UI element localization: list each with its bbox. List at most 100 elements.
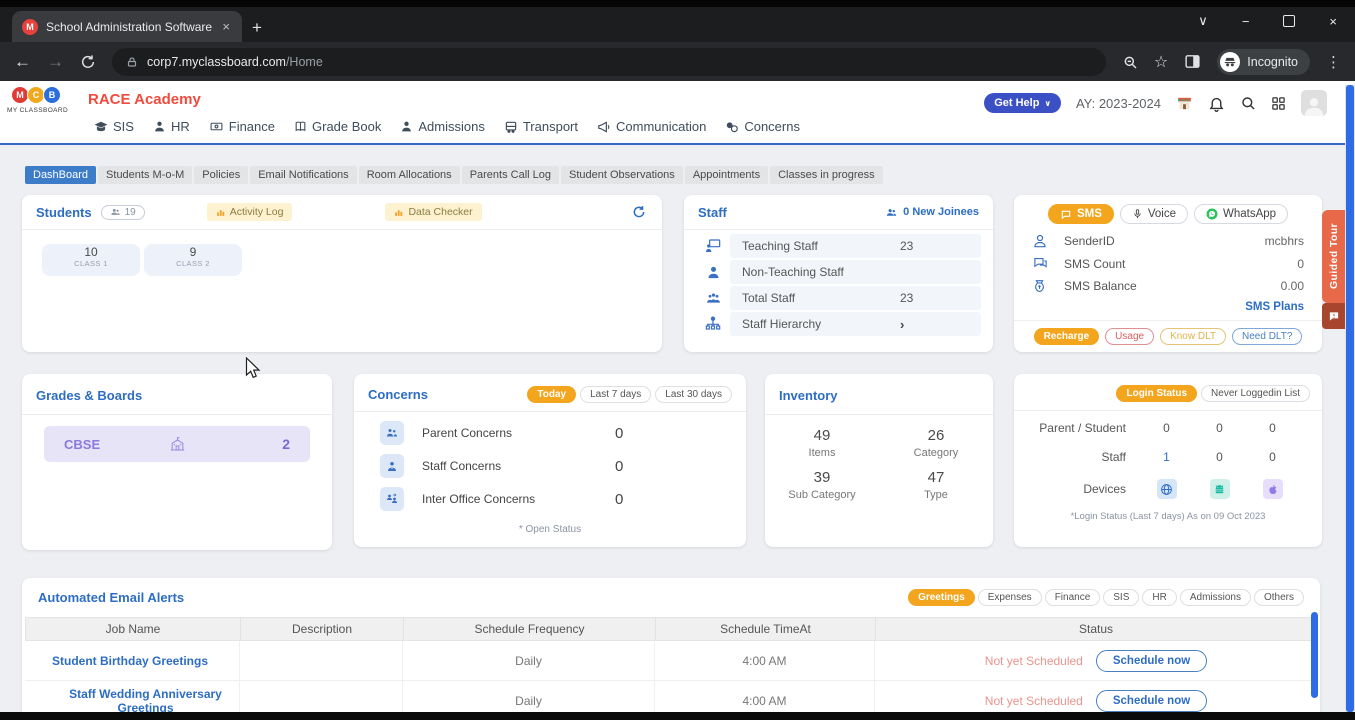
concerns-title: Concerns: [368, 387, 428, 402]
ea-filter-hr[interactable]: HR: [1142, 589, 1177, 606]
window-minimize-button[interactable]: −: [1242, 14, 1250, 29]
guided-tour-tab[interactable]: Guided Tour: [1322, 210, 1346, 303]
concern-row-parent: Parent Concerns 0: [380, 421, 720, 445]
page-scrollbar-track[interactable]: [1345, 85, 1355, 712]
search-icon[interactable]: [1240, 95, 1256, 111]
nav-item-transport[interactable]: Transport: [504, 119, 578, 134]
window-close-button[interactable]: ×: [1329, 14, 1337, 29]
feedback-chat-tab[interactable]: [1322, 303, 1346, 329]
ea-filter-sis[interactable]: SIS: [1103, 589, 1140, 606]
avatar[interactable]: [1301, 90, 1327, 116]
store-icon[interactable]: [1176, 95, 1193, 112]
voice-tab[interactable]: Voice: [1119, 204, 1188, 224]
get-help-button[interactable]: Get Help ∨: [984, 93, 1061, 113]
tab-dashboard[interactable]: DashBoard: [25, 166, 97, 184]
bookmark-star-icon[interactable]: ☆: [1154, 52, 1168, 72]
apple-icon: [1262, 479, 1283, 499]
hierarchy-icon: [696, 316, 730, 332]
staff-row-hierarchy[interactable]: Staff Hierarchy ›: [696, 312, 981, 336]
ea-filter-admissions[interactable]: Admissions: [1179, 589, 1251, 606]
dashboard-subnav: DashBoard Students M-o-M Policies Email …: [25, 166, 883, 184]
forward-button[interactable]: →: [47, 53, 64, 70]
incognito-label: Incognito: [1247, 54, 1298, 69]
nav-item-communication[interactable]: Communication: [597, 119, 706, 134]
filter-today[interactable]: Today: [527, 386, 577, 403]
web-globe-icon: [1156, 479, 1177, 499]
staff-card: Staff 0 New Joinees Teaching Staff 23 Non…: [684, 195, 993, 352]
tab-parents-call-log[interactable]: Parents Call Log: [461, 166, 560, 184]
zoom-search-icon[interactable]: [1122, 54, 1138, 70]
side-panel-icon[interactable]: [1184, 53, 1201, 70]
schedule-now-button[interactable]: Schedule now: [1095, 649, 1208, 672]
table-row: Student Birthday Greetings Daily 4:00 AM…: [25, 641, 1317, 681]
sms-tab[interactable]: SMS: [1047, 204, 1114, 224]
whatsapp-tab[interactable]: WhatsApp: [1194, 204, 1289, 224]
window-restore-button[interactable]: [1283, 15, 1296, 27]
ea-filter-others[interactable]: Others: [1253, 589, 1304, 606]
url-host: corp7.myclassboard.com: [147, 54, 286, 69]
nav-item-grade-book[interactable]: Grade Book: [294, 119, 381, 134]
ea-filter-greetings[interactable]: Greetings: [908, 589, 975, 606]
tab-classes-in-progress[interactable]: Classes in progress: [770, 166, 883, 184]
new-tab-button[interactable]: +: [252, 19, 262, 36]
chat-bubble-icon: [1329, 311, 1339, 321]
apps-grid-icon[interactable]: [1271, 96, 1286, 111]
window-menu-chevron-icon[interactable]: ∨: [1198, 13, 1208, 29]
class-tile[interactable]: 9 CLASS 2: [144, 244, 242, 276]
need-dlt-button[interactable]: Need DLT?: [1232, 328, 1303, 345]
schedule-now-button[interactable]: Schedule now: [1095, 689, 1208, 712]
reload-button[interactable]: [80, 54, 96, 70]
browser-tab[interactable]: M School Administration Software ×: [12, 11, 242, 42]
new-joinees-link[interactable]: 0 New Joinees: [885, 206, 979, 218]
table-scrollbar[interactable]: [1311, 612, 1318, 698]
address-bar[interactable]: corp7.myclassboard.com/Home: [112, 47, 1106, 76]
notifications-bell-icon[interactable]: [1208, 95, 1225, 112]
filter-last-7-days[interactable]: Last 7 days: [580, 386, 652, 403]
myclassboard-logo[interactable]: M C B MY CLASSBOARD: [7, 86, 68, 114]
recharge-button[interactable]: Recharge: [1033, 328, 1100, 345]
tab-email-notifications[interactable]: Email Notifications: [250, 166, 357, 184]
nav-item-admissions[interactable]: Admissions: [400, 119, 485, 134]
data-checker-badge[interactable]: Data Checker: [385, 203, 482, 221]
login-footnote: *Login Status (Last 7 days) As on 09 Oct…: [1070, 511, 1266, 522]
megaphone-icon: [598, 120, 610, 133]
person-outline-icon: [1032, 233, 1064, 249]
ea-filter-finance[interactable]: Finance: [1044, 589, 1101, 606]
login-status-tab[interactable]: Login Status: [1116, 385, 1198, 402]
concerns-card: Concerns Today Last 7 days Last 30 days …: [354, 374, 746, 547]
concern-row-inter-office: Inter Office Concerns 0: [380, 487, 720, 511]
nav-item-concerns[interactable]: Concerns: [725, 119, 800, 134]
main-nav: SIS HR Finance Grade Book Admissions Tra…: [94, 119, 800, 134]
back-button[interactable]: ←: [14, 53, 31, 70]
inventory-card: Inventory 49 Items 26 Category 39 Sub Ca…: [765, 374, 993, 547]
staff-row-non-teaching: Non-Teaching Staff: [696, 260, 981, 284]
never-loggedin-tab[interactable]: Never Loggedin List: [1201, 385, 1310, 402]
person-icon: [155, 121, 164, 132]
status-badge: Not yet Scheduled: [984, 653, 1083, 668]
board-row-cbse[interactable]: CBSE 2: [44, 426, 310, 462]
activity-log-badge[interactable]: Activity Log: [206, 203, 293, 221]
tab-close-icon[interactable]: ×: [220, 19, 232, 34]
staff-row-total: Total Staff 23: [696, 286, 981, 310]
class-tile[interactable]: 10 CLASS 1: [42, 244, 140, 276]
tab-student-observations[interactable]: Student Observations: [561, 166, 683, 184]
login-status-card: Login Status Never Loggedin List Parent …: [1014, 374, 1322, 547]
job-link[interactable]: Student Birthday Greetings: [25, 641, 240, 680]
ea-filter-expenses[interactable]: Expenses: [977, 589, 1042, 606]
tab-policies[interactable]: Policies: [194, 166, 249, 184]
logo-letter-b: B: [43, 86, 61, 104]
tab-room-allocations[interactable]: Room Allocations: [358, 166, 460, 184]
usage-button[interactable]: Usage: [1105, 328, 1155, 345]
tab-students-mom[interactable]: Students M-o-M: [98, 166, 193, 184]
nav-item-finance[interactable]: Finance: [209, 119, 275, 134]
browser-menu-icon[interactable]: ⋮: [1326, 53, 1341, 71]
filter-last-30-days[interactable]: Last 30 days: [655, 386, 732, 403]
nav-item-hr[interactable]: HR: [153, 119, 190, 134]
refresh-icon[interactable]: [632, 205, 646, 219]
nav-item-sis[interactable]: SIS: [94, 119, 134, 134]
page-scrollbar-thumb[interactable]: [1346, 85, 1354, 712]
group-icon: [696, 291, 730, 305]
sms-plans-link[interactable]: SMS Plans: [1032, 301, 1304, 313]
tab-appointments[interactable]: Appointments: [684, 166, 769, 184]
know-dlt-button[interactable]: Know DLT: [1160, 328, 1227, 345]
